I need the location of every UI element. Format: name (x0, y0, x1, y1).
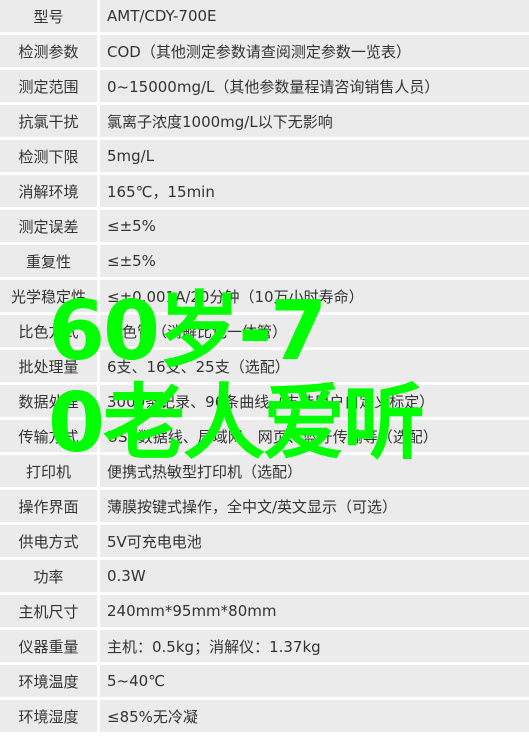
spec-value: 5~40℃ (100, 665, 529, 697)
spec-label: 型号 (0, 0, 97, 32)
spec-value: 0~15000mg/L（其他参数量程请咨询销售人员） (100, 70, 529, 102)
spec-label: 环境温度 (0, 665, 97, 697)
table-row: 环境温度 5~40℃ (0, 665, 529, 697)
table-row: 型号 AMT/CDY-700E (0, 0, 529, 32)
spec-value: 主机：0.5kg；消解仪：1.37kg (100, 630, 529, 662)
table-row: 抗氯干扰 氯离子浓度1000mg/L以下无影响 (0, 105, 529, 137)
spec-label: 重复性 (0, 245, 97, 277)
table-row: 检测参数 COD（其他测定参数请查阅测定参数一览表） (0, 35, 529, 67)
spec-value: 氯离子浓度1000mg/L以下无影响 (100, 105, 529, 137)
spec-value: 240mm*95mm*80mm (100, 595, 529, 627)
table-row: 重复性 ≤±5% (0, 245, 529, 277)
spec-value: 165℃，15min (100, 175, 529, 207)
spec-value: 0.3W (100, 560, 529, 592)
overlay-text-line2: 0老人爱听 (48, 376, 425, 471)
spec-label: 主机尺寸 (0, 595, 97, 627)
spec-label: 抗氯干扰 (0, 105, 97, 137)
spec-value: AMT/CDY-700E (100, 0, 529, 32)
spec-value: COD（其他测定参数请查阅测定参数一览表） (100, 35, 529, 67)
spec-label: 操作界面 (0, 490, 97, 522)
spec-value: ≤±5% (100, 245, 529, 277)
spec-value: ≤±5% (100, 210, 529, 242)
spec-label: 消解环境 (0, 175, 97, 207)
spec-label: 仪器重量 (0, 630, 97, 662)
overlay-text-line1: 60岁-7 (48, 284, 327, 379)
table-row: 测定误差 ≤±5% (0, 210, 529, 242)
spec-label: 测定误差 (0, 210, 97, 242)
spec-value: 5mg/L (100, 140, 529, 172)
table-row: 消解环境 165℃，15min (0, 175, 529, 207)
spec-value: 薄膜按键式操作，全中文/英文显示（可选） (100, 490, 529, 522)
table-row: 仪器重量 主机：0.5kg；消解仪：1.37kg (0, 630, 529, 662)
table-row: 主机尺寸 240mm*95mm*80mm (0, 595, 529, 627)
spec-value: ≤85%无冷凝 (100, 700, 529, 732)
spec-label: 测定范围 (0, 70, 97, 102)
table-row: 检测下限 5mg/L (0, 140, 529, 172)
table-row: 测定范围 0~15000mg/L（其他参数量程请咨询销售人员） (0, 70, 529, 102)
table-row: 功率 0.3W (0, 560, 529, 592)
spec-label: 环境湿度 (0, 700, 97, 732)
spec-label: 功率 (0, 560, 97, 592)
spec-label: 供电方式 (0, 525, 97, 557)
spec-label: 检测下限 (0, 140, 97, 172)
table-row: 环境湿度 ≤85%无冷凝 (0, 700, 529, 732)
spec-value: 5V可充电电池 (100, 525, 529, 557)
table-row: 操作界面 薄膜按键式操作，全中文/英文显示（可选） (0, 490, 529, 522)
table-row: 供电方式 5V可充电电池 (0, 525, 529, 557)
spec-label: 检测参数 (0, 35, 97, 67)
